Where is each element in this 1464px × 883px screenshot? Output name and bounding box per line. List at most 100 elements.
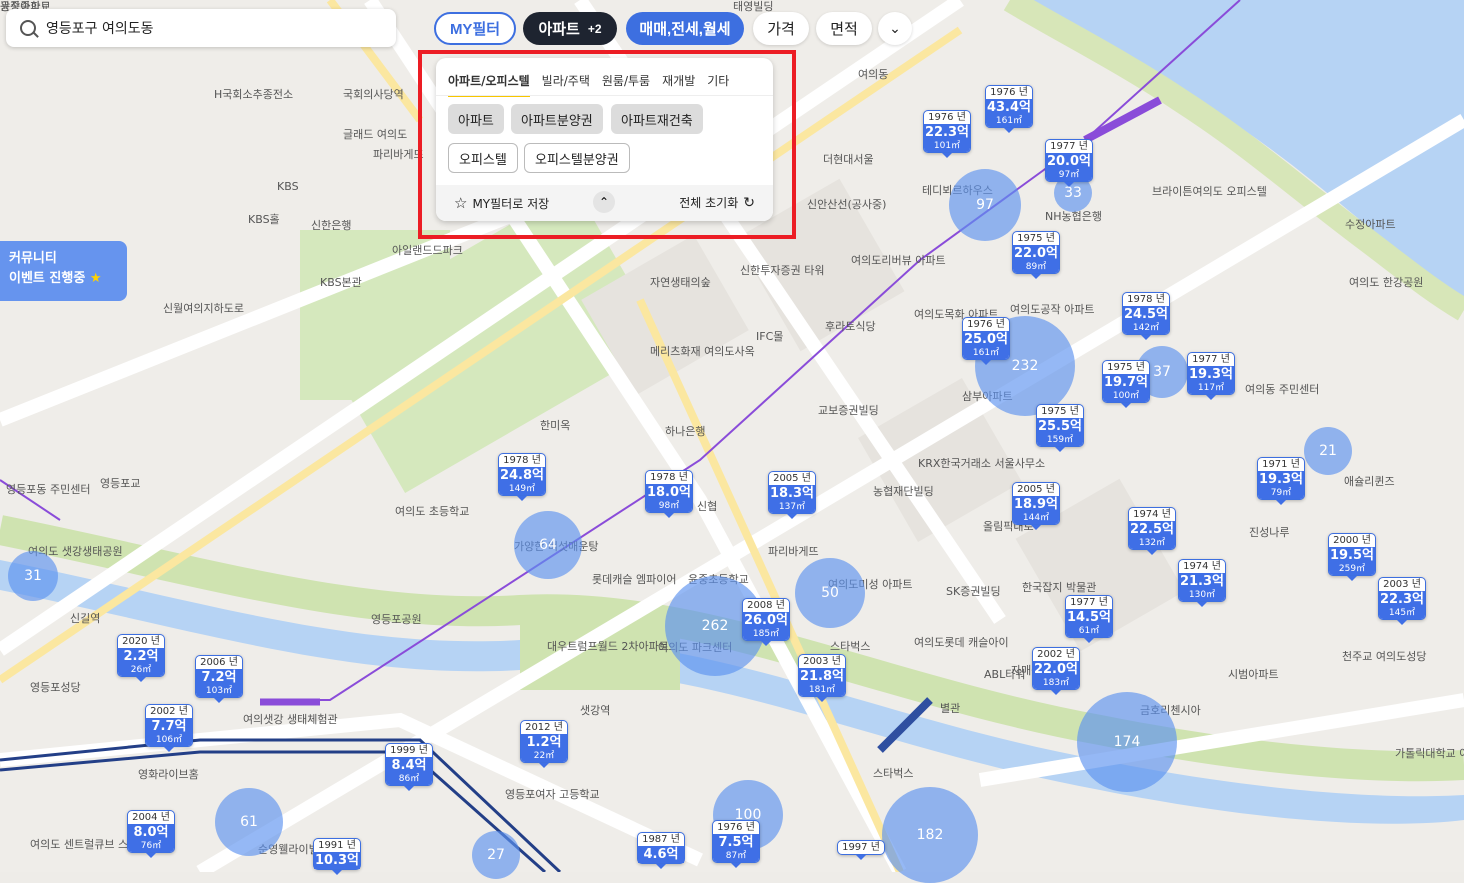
map-place-label[interactable]: 영등포동 주민센터: [6, 483, 90, 496]
listing-price-marker[interactable]: 2000 년 19.5억 259㎡: [1328, 533, 1376, 581]
listing-price-marker[interactable]: 1977 년 19.3억 117㎡: [1187, 352, 1235, 400]
map-place-label[interactable]: 가톨릭대학교 여의도성모병원: [1395, 747, 1464, 760]
map-place-label[interactable]: 여의동 주민센터: [1245, 383, 1319, 396]
listing-price-marker[interactable]: 2002 년 22.0억 183㎡: [1032, 647, 1080, 695]
map-place-label[interactable]: 아일랜드드파크: [392, 244, 463, 257]
listing-price-marker[interactable]: 2004 년 8.0억 76㎡: [127, 810, 175, 858]
map-place-label[interactable]: 스타벅스: [830, 640, 870, 653]
listing-price-marker[interactable]: 2012 년 1.2억 22㎡: [520, 720, 568, 768]
map-place-label[interactable]: 농협재단빌딩: [873, 485, 934, 498]
listing-cluster[interactable]: 61: [215, 788, 283, 856]
listing-price-marker[interactable]: 1977 년 20.0억 97㎡: [1045, 139, 1093, 187]
listing-cluster[interactable]: 174: [1077, 692, 1177, 792]
map-place-label[interactable]: 여의도리버뷰 아파트: [851, 254, 946, 267]
map-place-label[interactable]: 신한은행: [311, 219, 351, 232]
map-place-label[interactable]: 진성나루: [1249, 526, 1289, 539]
price-chip[interactable]: 가격: [753, 12, 809, 45]
map-place-label[interactable]: 하나은행: [665, 425, 705, 438]
map-place-label[interactable]: 자연생태의숲: [650, 276, 711, 289]
map-place-label[interactable]: 메리츠화재 여의도사옥: [650, 345, 755, 358]
more-filters-button[interactable]: ⌄: [878, 12, 912, 45]
map-place-label[interactable]: 천주교 여의도성당: [1342, 650, 1426, 663]
map-place-label[interactable]: 한미옥: [540, 419, 570, 432]
map-place-label[interactable]: KRX한국거래소 서울사무소: [918, 457, 1045, 470]
map-place-label[interactable]: 여의동: [858, 68, 888, 81]
map-place-label[interactable]: 글래드 여의도: [343, 128, 407, 141]
listing-price-marker[interactable]: 1975 년 25.5억 159㎡: [1036, 404, 1084, 452]
listing-price-marker[interactable]: 1976 년 25.0억 161㎡: [962, 317, 1010, 365]
map-place-label[interactable]: 영등포교: [100, 477, 140, 490]
map-place-label[interactable]: 파리바게뜨: [373, 148, 424, 161]
listing-price-marker[interactable]: 2006 년 7.2억 103㎡: [195, 655, 243, 703]
listing-price-marker[interactable]: 1999 년 8.4억 86㎡: [385, 743, 433, 791]
listing-price-marker[interactable]: 1976 년 43.4억 161㎡: [985, 85, 1033, 133]
listing-cluster[interactable]: 50: [795, 558, 865, 628]
listing-price-marker[interactable]: 1974 년 22.5억 132㎡: [1128, 507, 1176, 555]
listing-price-marker[interactable]: 2020 년 2.2억 26㎡: [117, 634, 165, 682]
map-place-label[interactable]: 한국잡지 박물관: [1022, 581, 1096, 594]
listing-price-marker[interactable]: 2008 년 26.0억 185㎡: [742, 598, 790, 646]
listing-price-marker[interactable]: 1991 년 10.3억: [313, 838, 361, 875]
map-place-label[interactable]: 영등포여자 고등학교: [505, 788, 600, 801]
listing-cluster[interactable]: 21: [1304, 427, 1352, 475]
map-place-label[interactable]: 후라토식당: [825, 320, 876, 333]
listing-price-marker[interactable]: 2003 년 22.3억 145㎡: [1378, 577, 1426, 625]
listing-cluster[interactable]: 31: [8, 551, 58, 601]
listing-cluster[interactable]: 64: [514, 511, 582, 579]
listing-price-marker[interactable]: 2003 년 21.8억 181㎡: [798, 654, 846, 702]
listing-cluster[interactable]: 182: [882, 787, 978, 883]
listing-price-marker[interactable]: 1978 년 18.0억 98㎡: [645, 470, 693, 518]
listing-price-marker[interactable]: 1976 년 22.3억 101㎡: [923, 110, 971, 158]
map-place-label[interactable]: KBS본관: [320, 276, 362, 289]
map-place-label[interactable]: 국회의사당역: [343, 88, 404, 101]
search-bar[interactable]: 영등포구 여의도동: [6, 9, 396, 47]
map-place-label[interactable]: 교보증권빌딩: [818, 404, 879, 417]
map-place-label[interactable]: 시범아파트: [1228, 668, 1279, 681]
listing-price-marker[interactable]: 1978 년 24.5억 142㎡: [1122, 292, 1170, 340]
map-place-label[interactable]: IFC몰: [756, 330, 783, 343]
listing-price-marker[interactable]: 2005 년 18.9억 144㎡: [1012, 482, 1060, 530]
listing-cluster[interactable]: 97: [949, 169, 1021, 241]
map-place-label[interactable]: 영화라이브홈: [138, 768, 199, 781]
listing-price-marker[interactable]: 1974 년 21.3억 130㎡: [1178, 559, 1226, 607]
map-place-label[interactable]: SK증권빌딩: [946, 585, 1001, 598]
map-place-label[interactable]: H국회소추종전소: [214, 88, 293, 101]
listing-price-marker[interactable]: 1975 년 19.7억 100㎡: [1102, 360, 1150, 408]
map-place-label[interactable]: 신협: [697, 500, 717, 513]
listing-price-marker[interactable]: 2002 년 7.7억 106㎡: [145, 704, 193, 752]
map-place-label[interactable]: 신한투자증권 타워: [740, 264, 824, 277]
map-place-label[interactable]: 신월여의지하도로: [163, 302, 244, 315]
map-place-label[interactable]: KBS홀: [248, 213, 280, 226]
map-place-label[interactable]: 애슐리퀸즈: [1344, 475, 1395, 488]
map-place-label[interactable]: 스타벅스: [873, 767, 913, 780]
map-place-label[interactable]: 여의도롯데 캐슬아이: [914, 636, 1009, 649]
community-event-banner[interactable]: 커뮤니티 이벤트 진행중 ★: [0, 241, 127, 301]
apartment-filter-chip[interactable]: 아파트 +2: [523, 12, 617, 45]
map-place-label[interactable]: 영등포성당: [30, 681, 81, 694]
listing-price-marker[interactable]: 1977 년 14.5억 61㎡: [1065, 595, 1113, 643]
listing-price-marker[interactable]: 1987 년 4.6억: [637, 832, 685, 869]
map-place-label[interactable]: KBS: [277, 180, 299, 193]
map-place-label[interactable]: 영등포공원: [371, 613, 422, 626]
search-input[interactable]: 영등포구 여의도동: [46, 18, 154, 38]
map-place-label[interactable]: 수정아파트: [1345, 218, 1396, 231]
map-place-label[interactable]: 파리바게뜨: [768, 545, 819, 558]
listing-price-marker[interactable]: 1976 년 7.5억 87㎡: [712, 820, 760, 868]
map-place-label[interactable]: 더현대서울: [823, 153, 874, 166]
map-place-label[interactable]: 여의도공작 아파트: [1010, 303, 1094, 316]
map-place-label[interactable]: 여의도 초등학교: [395, 505, 469, 518]
map-place-label[interactable]: 별관: [940, 702, 960, 715]
map-place-label[interactable]: 신안산선(공사중): [807, 198, 886, 211]
map-place-label[interactable]: 브라이튼여의도 오피스텔: [1152, 185, 1267, 198]
map-place-label[interactable]: 롯데캐슬 엠파이어: [592, 573, 676, 586]
map-place-label[interactable]: 샛강역: [580, 704, 610, 717]
listing-price-marker[interactable]: 1978 년 24.8억 149㎡: [498, 453, 546, 501]
listing-price-marker[interactable]: 1975 년 22.0억 89㎡: [1012, 231, 1060, 279]
listing-price-marker[interactable]: 1997 년: [837, 840, 885, 860]
area-chip[interactable]: 면적: [816, 12, 872, 45]
map-place-label[interactable]: 신길역: [70, 612, 100, 625]
my-filter-chip[interactable]: MY필터: [434, 12, 516, 45]
listing-price-marker[interactable]: 1971 년 19.3억 79㎡: [1257, 457, 1305, 505]
listing-price-marker[interactable]: 2005 년 18.3억 137㎡: [768, 471, 816, 519]
trade-type-chip[interactable]: 매매,전세,월세: [626, 12, 744, 45]
